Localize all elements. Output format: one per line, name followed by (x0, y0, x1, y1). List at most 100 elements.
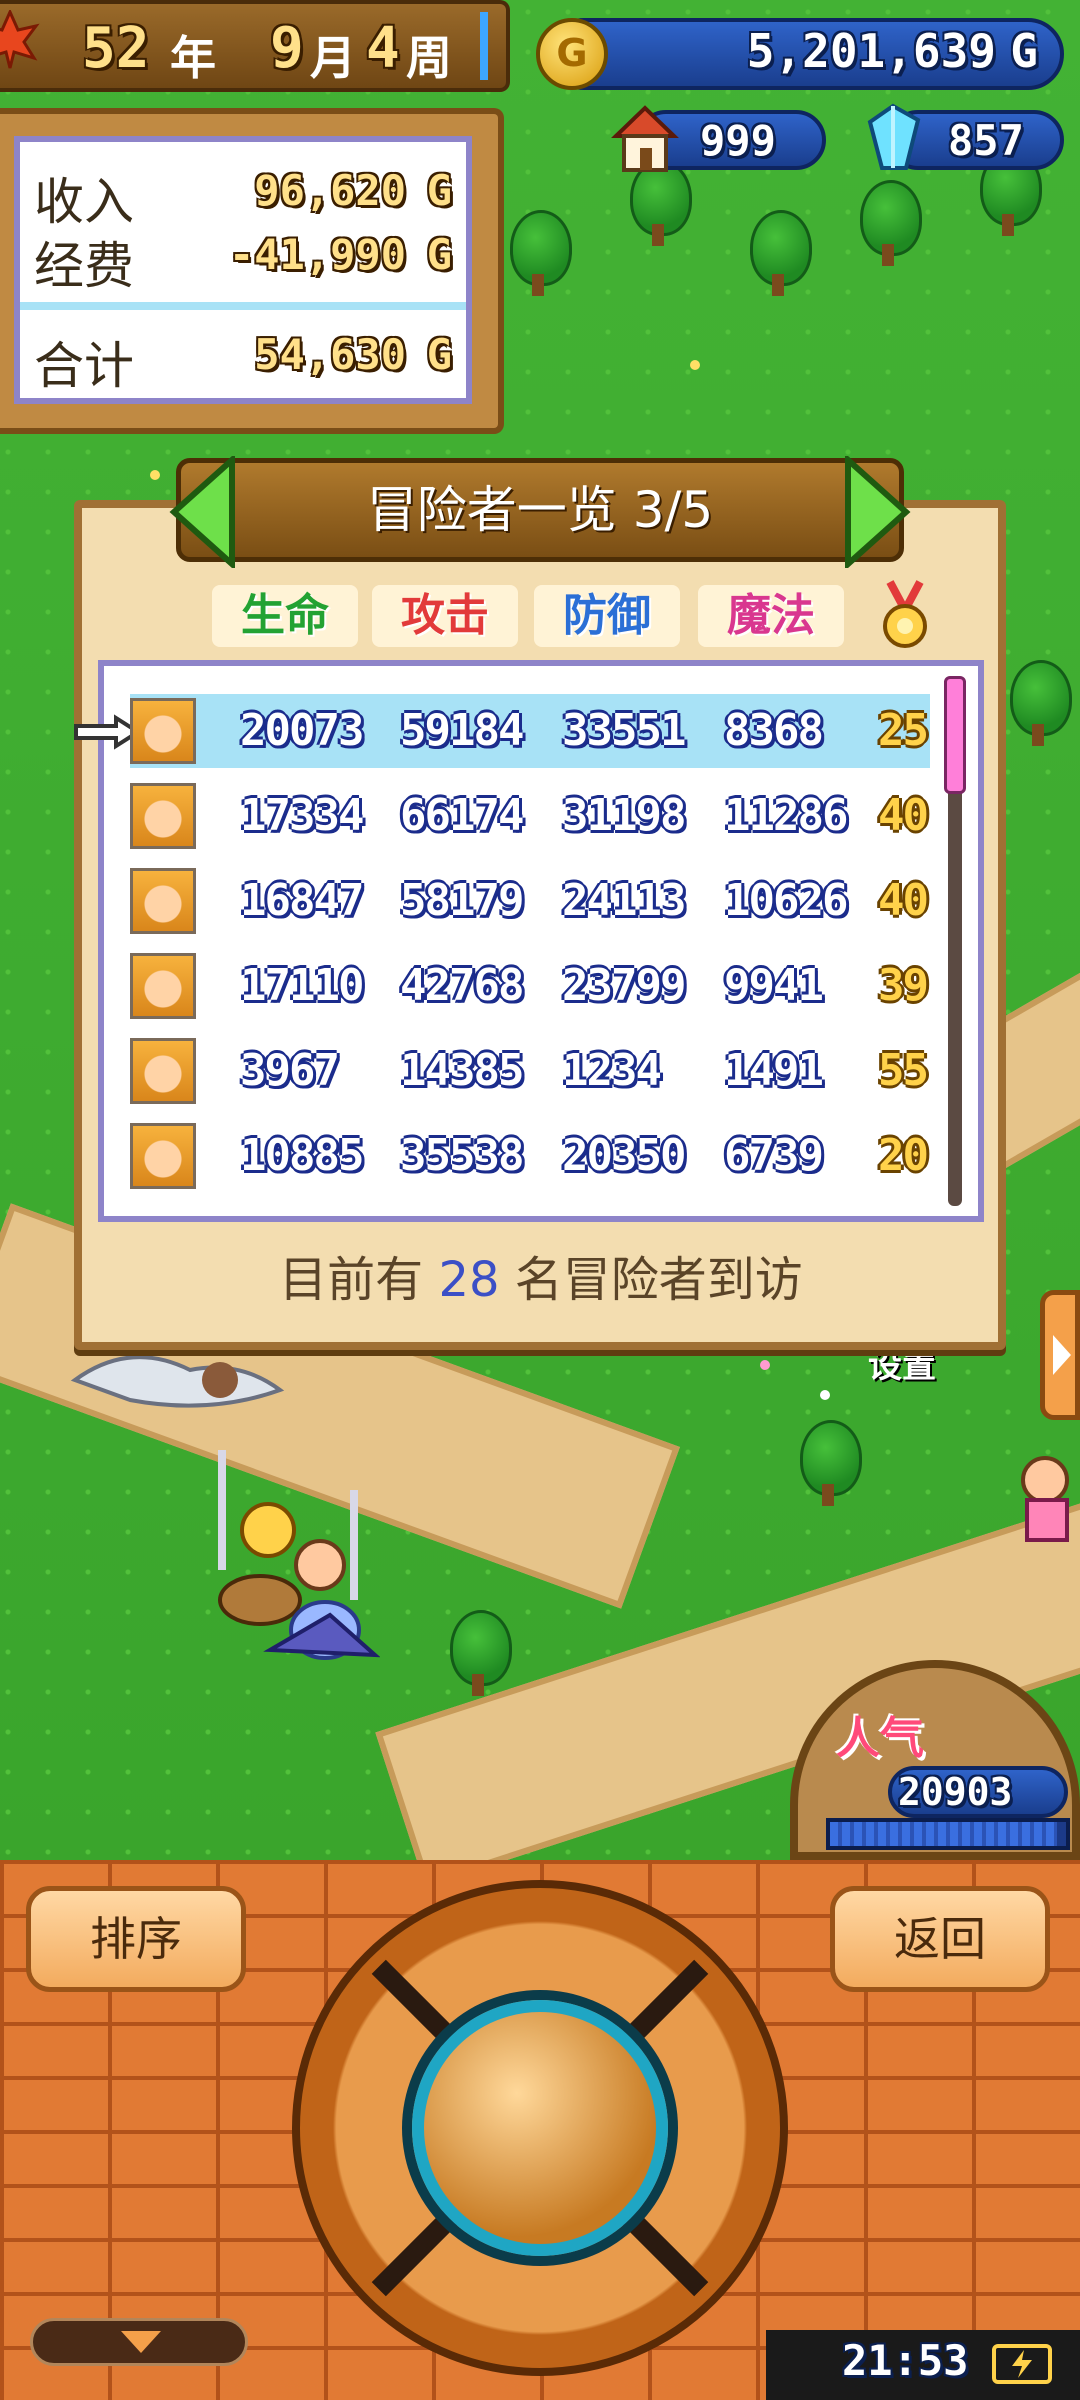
tree (860, 180, 922, 266)
sort-by-level-medal-icon[interactable] (880, 580, 930, 652)
adventurer-lvl: 20 (878, 1130, 929, 1181)
side-panel-toggle[interactable] (1040, 1290, 1080, 1420)
menu-drawer-toggle[interactable] (30, 2318, 248, 2366)
adventurer-def: 20350 (562, 1130, 686, 1181)
adventurer-hp: 3967 (240, 1045, 340, 1096)
year-value: 52 (82, 16, 150, 81)
list-scrollbar-thumb[interactable] (944, 676, 966, 794)
gold-unit: G (1010, 24, 1038, 78)
adventurer-row[interactable]: 17110 42768 23799 9941 39 (130, 949, 930, 1023)
finance-panel: 收入 96,620 G 经费 -41,990 G 合计 54,630 G (0, 108, 504, 434)
week-progress (480, 12, 488, 80)
flower (820, 1390, 830, 1400)
gold-coin-icon: G (536, 18, 608, 90)
tree (800, 1420, 862, 1506)
adventurer-mag: 6739 (724, 1130, 824, 1181)
sort-by-hp-tab[interactable]: 生命 (212, 585, 358, 647)
adventurer-portrait (130, 698, 196, 764)
visitor-count-prefix: 目前有 (279, 1252, 424, 1308)
tree (750, 210, 812, 296)
month-value: 9 (270, 16, 304, 81)
adventurer-atk: 58179 (400, 875, 524, 926)
divider (20, 302, 466, 310)
panel-title: 冒险者一览 3/5 (366, 481, 714, 539)
week-value: 4 (366, 16, 400, 81)
crystals-value: 857 (948, 116, 1024, 165)
adventurer-hp: 17110 (240, 960, 364, 1011)
finance-summary: 收入 96,620 G 经费 -41,990 G 合计 54,630 G (14, 136, 472, 404)
visitor-count-value: 28 (438, 1252, 500, 1308)
back-button[interactable]: 返回 (830, 1886, 1050, 1992)
total-unit: G (426, 330, 452, 379)
adventurer-mag: 11286 (724, 790, 848, 841)
maple-leaf-icon (0, 8, 40, 70)
expense-label: 经费 (34, 237, 134, 295)
adventurer-lvl: 40 (878, 790, 929, 841)
arrow-left-icon (169, 453, 235, 571)
adventurer-portrait (130, 953, 196, 1019)
expense-unit: G (426, 230, 452, 279)
sort-by-attack-tab[interactable]: 攻击 (372, 585, 518, 647)
month-unit: 月 (310, 31, 356, 85)
sort-by-defense-tab[interactable]: 防御 (534, 585, 680, 647)
dial-center-button[interactable] (412, 2000, 668, 2256)
visitor-count-text: 目前有 28 名冒险者到访 (98, 1240, 984, 1310)
adventurer-atk: 35538 (400, 1130, 524, 1181)
income-unit: G (426, 166, 452, 215)
income-label: 收入 (34, 173, 134, 231)
adventurer-lvl: 39 (878, 960, 929, 1011)
next-page-button[interactable] (842, 453, 912, 571)
date-display: 52 年 9 月 4 周 (0, 0, 510, 92)
battery-charging-icon (992, 2344, 1052, 2384)
flower (690, 360, 700, 370)
adventurer-hp: 17334 (240, 790, 364, 841)
adventurer-portrait (130, 868, 196, 934)
adventurer-mag: 9941 (724, 960, 824, 1011)
adventurer-portrait (130, 1038, 196, 1104)
npc-sprite[interactable] (1005, 1440, 1080, 1550)
crystal-icon (858, 102, 928, 174)
monster-sprite[interactable] (70, 1340, 290, 1420)
popularity-label: 人气 (836, 1713, 924, 1764)
adventurer-def: 23799 (562, 960, 686, 1011)
expense-value: -41,990 (228, 230, 406, 279)
arrow-right-icon (845, 453, 911, 571)
year-unit: 年 (170, 31, 216, 85)
week-unit: 周 (406, 31, 452, 85)
clock-time: 21:53 (842, 2336, 969, 2385)
adventurer-hp: 10885 (240, 1130, 364, 1181)
total-value: 54,630 (254, 330, 406, 379)
tree (1010, 660, 1072, 746)
adventurer-row[interactable]: 20073 59184 33551 8368 25 (130, 694, 930, 768)
sort-button[interactable]: 排序 (26, 1886, 246, 1992)
adventurer-mag: 8368 (724, 705, 824, 756)
sort-by-magic-tab[interactable]: 魔法 (698, 585, 844, 647)
popularity-value: 20903 (898, 1770, 1013, 1814)
tree (450, 1610, 512, 1696)
chevron-down-icon (121, 2331, 161, 2353)
adventurer-lvl: 40 (878, 875, 929, 926)
adventurer-mag: 10626 (724, 875, 848, 926)
adventurer-atk: 14385 (400, 1045, 524, 1096)
adventurer-party-sprite[interactable] (200, 1450, 381, 1680)
adventurer-row[interactable]: 17334 66174 31198 11286 40 (130, 779, 930, 853)
prev-page-button[interactable] (168, 453, 238, 571)
house-icon (610, 102, 680, 174)
flower (760, 1360, 770, 1370)
adventurer-def: 31198 (562, 790, 686, 841)
adventurer-mag: 1491 (724, 1045, 824, 1096)
adventurer-lvl: 25 (878, 705, 929, 756)
status-bar: 21:53 (766, 2330, 1080, 2400)
income-value: 96,620 (254, 166, 406, 215)
houses-value: 999 (700, 116, 776, 165)
adventurer-portrait (130, 1123, 196, 1189)
adventurer-row[interactable]: 3967 14385 1234 1491 55 (130, 1034, 930, 1108)
adventurer-atk: 42768 (400, 960, 524, 1011)
gold-value: 5,201,639 (746, 24, 996, 78)
total-label: 合计 (34, 337, 134, 395)
adventurer-row[interactable]: 10885 35538 20350 6739 20 (130, 1119, 930, 1193)
adventurer-row[interactable]: 16847 58179 24113 10626 40 (130, 864, 930, 938)
popularity-bar (826, 1818, 1070, 1850)
chevron-right-icon (1053, 1335, 1071, 1375)
flower (150, 470, 160, 480)
